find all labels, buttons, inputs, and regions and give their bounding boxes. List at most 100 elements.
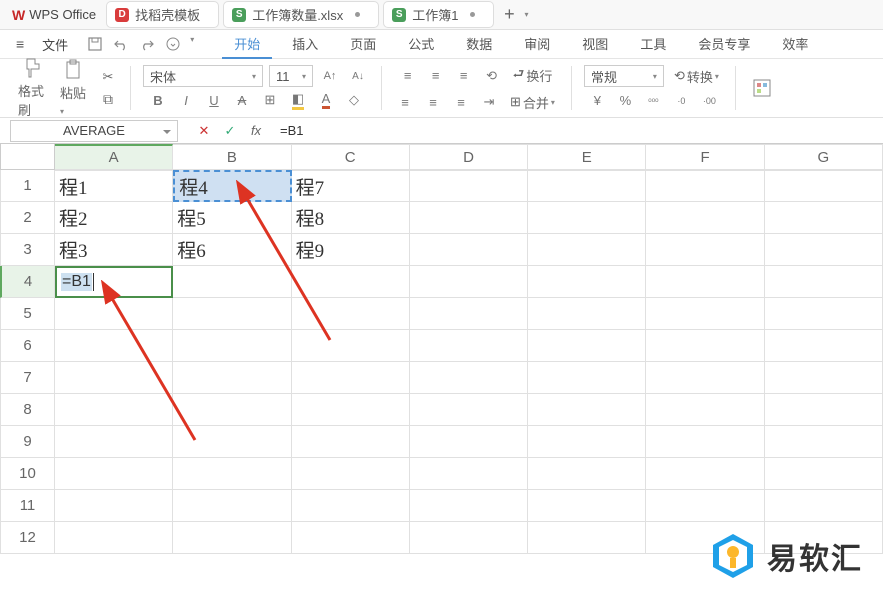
styles-icon[interactable] bbox=[748, 75, 776, 101]
cell-c6[interactable] bbox=[292, 330, 410, 362]
tab-member[interactable]: 会员专享 bbox=[686, 30, 762, 59]
row-header-8[interactable]: 8 bbox=[0, 394, 55, 426]
underline-button[interactable]: U bbox=[203, 89, 225, 111]
cell-b4[interactable] bbox=[173, 266, 291, 298]
cell-a3[interactable]: 程3 bbox=[55, 234, 173, 266]
cell-e12[interactable] bbox=[528, 522, 646, 554]
align-bottom-button[interactable]: ≡ bbox=[453, 65, 475, 87]
tabs-dropdown-icon[interactable]: ▾ bbox=[524, 10, 528, 19]
number-format-select[interactable]: 常规▾ bbox=[584, 65, 664, 87]
increase-decimal-button[interactable]: ·00 bbox=[698, 90, 720, 112]
row-header-11[interactable]: 11 bbox=[0, 490, 55, 522]
cell-g3[interactable] bbox=[765, 234, 883, 266]
cell-a1[interactable]: 程1 bbox=[55, 170, 173, 202]
cell-a8[interactable] bbox=[55, 394, 173, 426]
cell-c1[interactable]: 程7 bbox=[292, 170, 410, 202]
cell-d12[interactable] bbox=[410, 522, 528, 554]
copy-button[interactable]: ⧉ bbox=[98, 90, 118, 110]
cell-f11[interactable] bbox=[646, 490, 764, 522]
qat-dropdown-icon[interactable]: ▾ bbox=[190, 35, 194, 53]
cell-f2[interactable] bbox=[646, 202, 764, 234]
cell-b3[interactable]: 程6 bbox=[173, 234, 291, 266]
tab-data[interactable]: 数据 bbox=[454, 30, 504, 59]
cell-f10[interactable] bbox=[646, 458, 764, 490]
clear-format-button[interactable]: ◇ bbox=[343, 89, 365, 111]
formula-input[interactable]: =B1 bbox=[272, 123, 873, 138]
name-box[interactable]: AVERAGE bbox=[10, 120, 178, 142]
cell-a10[interactable] bbox=[55, 458, 173, 490]
doc-tab-workbook1[interactable]: S 工作簿1 bbox=[383, 1, 494, 28]
cell-e2[interactable] bbox=[528, 202, 646, 234]
cell-e4[interactable] bbox=[528, 266, 646, 298]
cell-g8[interactable] bbox=[765, 394, 883, 426]
row-header-10[interactable]: 10 bbox=[0, 458, 55, 490]
cell-g10[interactable] bbox=[765, 458, 883, 490]
cell-d2[interactable] bbox=[410, 202, 528, 234]
col-header-e[interactable]: E bbox=[528, 144, 646, 170]
tab-review[interactable]: 审阅 bbox=[512, 30, 562, 59]
row-header-4[interactable]: 4 bbox=[0, 266, 55, 298]
cut-button[interactable]: ✂ bbox=[98, 67, 118, 87]
strikethrough-button[interactable]: A bbox=[231, 89, 253, 111]
undo-icon[interactable] bbox=[112, 35, 130, 53]
cell-c5[interactable] bbox=[292, 298, 410, 330]
cell-a9[interactable] bbox=[55, 426, 173, 458]
align-center-button[interactable]: ≡ bbox=[422, 91, 444, 113]
cell-d5[interactable] bbox=[410, 298, 528, 330]
cell-a2[interactable]: 程2 bbox=[55, 202, 173, 234]
cell-e6[interactable] bbox=[528, 330, 646, 362]
fill-color-button[interactable]: ◧ bbox=[287, 89, 309, 111]
font-name-select[interactable]: 宋体▾ bbox=[143, 65, 263, 87]
save-icon[interactable] bbox=[86, 35, 104, 53]
cell-b11[interactable] bbox=[173, 490, 291, 522]
cell-d7[interactable] bbox=[410, 362, 528, 394]
row-header-5[interactable]: 5 bbox=[0, 298, 55, 330]
cell-e9[interactable] bbox=[528, 426, 646, 458]
row-header-2[interactable]: 2 bbox=[0, 202, 55, 234]
col-header-c[interactable]: C bbox=[292, 144, 410, 170]
cell-g1[interactable] bbox=[765, 170, 883, 202]
cell-d1[interactable] bbox=[410, 170, 528, 202]
cell-c7[interactable] bbox=[292, 362, 410, 394]
font-size-select[interactable]: 11▾ bbox=[269, 65, 313, 87]
cell-c10[interactable] bbox=[292, 458, 410, 490]
cell-c9[interactable] bbox=[292, 426, 410, 458]
italic-button[interactable]: I bbox=[175, 89, 197, 111]
col-header-g[interactable]: G bbox=[765, 144, 883, 170]
cell-f1[interactable] bbox=[646, 170, 764, 202]
cell-e10[interactable] bbox=[528, 458, 646, 490]
cell-d3[interactable] bbox=[410, 234, 528, 266]
cell-g6[interactable] bbox=[765, 330, 883, 362]
cell-f9[interactable] bbox=[646, 426, 764, 458]
percent-button[interactable]: % bbox=[614, 90, 636, 112]
row-header-1[interactable]: 1 bbox=[0, 170, 55, 202]
row-header-6[interactable]: 6 bbox=[0, 330, 55, 362]
cell-f7[interactable] bbox=[646, 362, 764, 394]
formula-confirm-button[interactable]: ✓ bbox=[222, 123, 238, 139]
cell-a4[interactable]: =B1 bbox=[55, 266, 173, 298]
cell-g4[interactable] bbox=[765, 266, 883, 298]
cell-d10[interactable] bbox=[410, 458, 528, 490]
tab-formula[interactable]: 公式 bbox=[396, 30, 446, 59]
new-tab-button[interactable]: + bbox=[498, 4, 520, 26]
align-top-button[interactable]: ≡ bbox=[397, 65, 419, 87]
cell-b12[interactable] bbox=[173, 522, 291, 554]
border-button[interactable]: ⊞ bbox=[259, 89, 281, 111]
tab-efficiency[interactable]: 效率 bbox=[770, 30, 820, 59]
align-right-button[interactable]: ≡ bbox=[450, 91, 472, 113]
cell-b1[interactable]: 程4 bbox=[173, 170, 291, 202]
cell-a11[interactable] bbox=[55, 490, 173, 522]
cell-a7[interactable] bbox=[55, 362, 173, 394]
cell-c2[interactable]: 程8 bbox=[292, 202, 410, 234]
file-menu[interactable]: 文件 bbox=[32, 32, 78, 57]
convert-button[interactable]: ⟲转换▾ bbox=[670, 65, 723, 88]
cell-b5[interactable] bbox=[173, 298, 291, 330]
row-header-9[interactable]: 9 bbox=[0, 426, 55, 458]
col-header-b[interactable]: B bbox=[173, 144, 291, 170]
row-header-12[interactable]: 12 bbox=[0, 522, 55, 554]
cell-f3[interactable] bbox=[646, 234, 764, 266]
cells-area[interactable]: 程1 程4 程7 程2 程5 程8 程3 程6 程9 bbox=[55, 170, 883, 554]
indent-button[interactable]: ⇥ bbox=[478, 91, 500, 113]
cell-f5[interactable] bbox=[646, 298, 764, 330]
cell-g2[interactable] bbox=[765, 202, 883, 234]
